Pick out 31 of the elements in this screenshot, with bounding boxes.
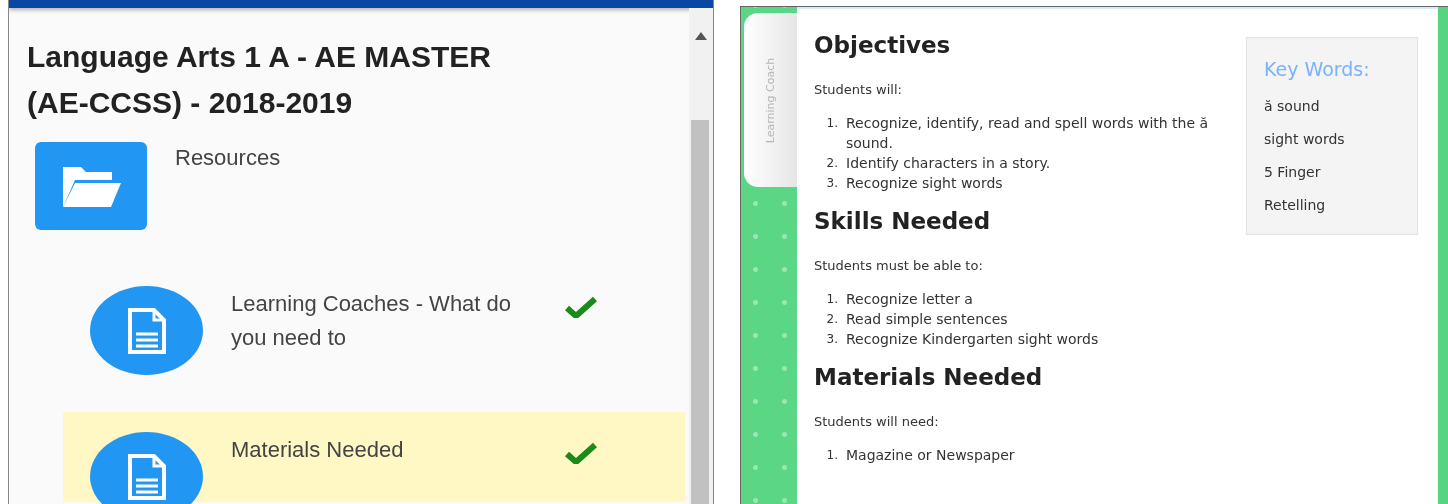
section-heading: Objectives xyxy=(814,31,952,59)
section-heading: Skills Needed xyxy=(814,207,992,235)
key-words-title: Key Words: xyxy=(1264,58,1371,80)
section-heading: Materials Needed xyxy=(814,363,1044,391)
list-item-text: Recognize Kindergarten sight words xyxy=(846,330,1100,349)
section-intro: Students must be able to: xyxy=(814,257,984,275)
list-number: 1. xyxy=(825,447,839,464)
key-word: ă sound xyxy=(1264,97,1321,116)
list-item-text: Read simple sentences xyxy=(846,310,1009,329)
list-number: 2. xyxy=(825,311,839,328)
list-number: 1. xyxy=(825,115,839,132)
resource-item[interactable]: Learning Coaches - What do you need to xyxy=(63,286,685,376)
list-number: 3. xyxy=(825,331,839,348)
section-intro: Students will: xyxy=(814,81,903,99)
course-title: Language Arts 1 A - AE MASTER (AE-CCSS) - 2018-2019 xyxy=(27,39,492,121)
list-item-text: Identify characters in a story. xyxy=(846,154,1052,173)
resource-item[interactable]: Materials Needed xyxy=(63,412,685,502)
list-item-text: Recognize letter a xyxy=(846,290,974,309)
list-item-text: Magazine or Newspaper xyxy=(846,446,1016,465)
list-item-text: Recognize sight words xyxy=(846,174,1004,193)
folder-label[interactable]: Resources xyxy=(175,145,281,230)
list-number: 2. xyxy=(825,155,839,172)
key-word: sight words xyxy=(1264,130,1346,149)
list-number: 3. xyxy=(825,175,839,192)
resource-label: Materials Needed xyxy=(231,436,405,464)
resource-label: Learning Coaches - What do you need to xyxy=(231,290,513,352)
key-word: Retelling xyxy=(1264,196,1327,215)
section-intro: Students will need: xyxy=(814,413,940,431)
list-number: 1. xyxy=(825,291,839,308)
list-item-text: Recognize, identify, read and spell words with the ă sound. xyxy=(846,114,1210,153)
key-word: 5 Finger xyxy=(1264,163,1322,182)
